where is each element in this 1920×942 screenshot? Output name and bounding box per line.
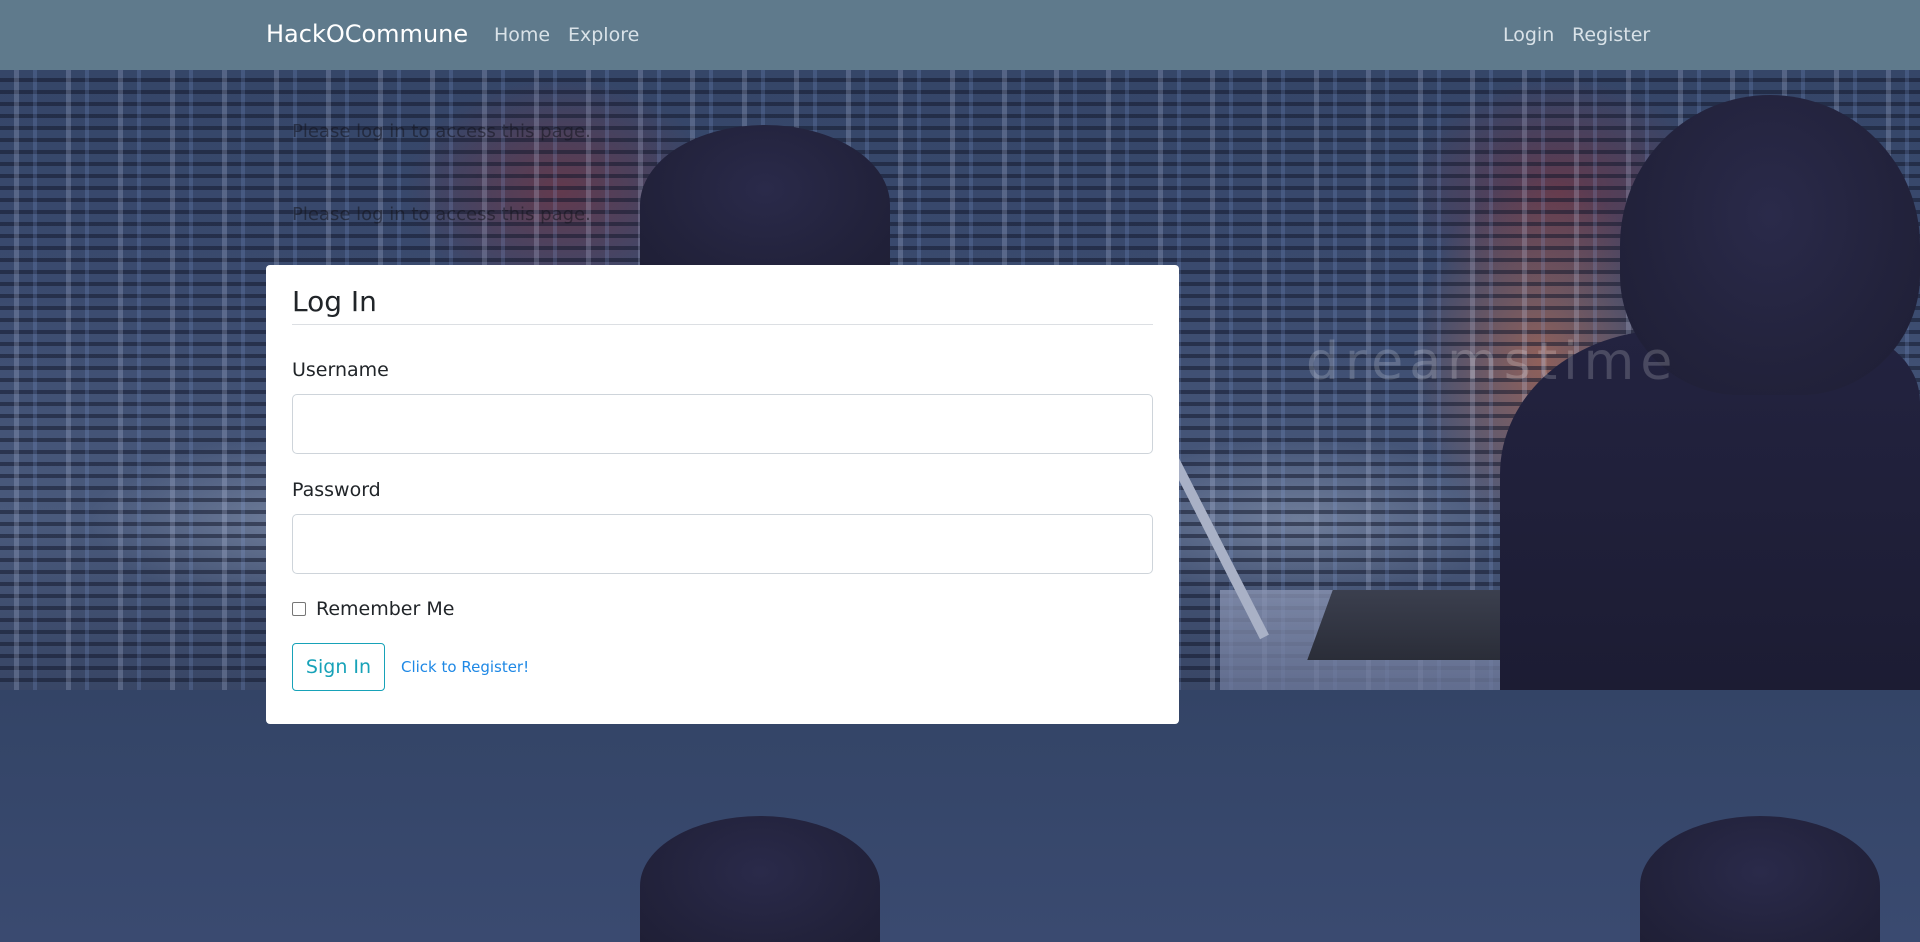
nav-home-link[interactable]: Home — [494, 24, 550, 46]
remember-me-label[interactable]: Remember Me — [316, 598, 454, 620]
hooded-figure-silhouette — [640, 125, 890, 285]
watermark-text: dreamstime — [1306, 332, 1679, 392]
login-title: Log In — [292, 285, 377, 318]
title-divider — [292, 324, 1153, 325]
username-label: Username — [292, 359, 389, 381]
password-input[interactable] — [292, 514, 1153, 574]
remember-me-row: Remember Me — [292, 598, 454, 620]
register-link[interactable]: Click to Register! — [401, 658, 529, 676]
password-label: Password — [292, 479, 381, 501]
flash-message: Please log in to access this page. — [292, 204, 591, 225]
background-tile-repeat — [0, 690, 1920, 942]
username-input[interactable] — [292, 394, 1153, 454]
flash-message: Please log in to access this page. — [292, 121, 591, 142]
sign-in-button[interactable]: Sign In — [292, 643, 385, 691]
nav-register-link[interactable]: Register — [1572, 24, 1650, 46]
remember-me-checkbox[interactable] — [292, 602, 306, 616]
nav-login-link[interactable]: Login — [1503, 24, 1554, 46]
login-card: Log In Username Password Remember Me Sig… — [266, 265, 1179, 724]
nav-explore-link[interactable]: Explore — [568, 24, 639, 46]
top-navbar: HackOCommune Home Explore Login Register — [0, 0, 1920, 70]
brand-logo-link[interactable]: HackOCommune — [266, 20, 468, 48]
